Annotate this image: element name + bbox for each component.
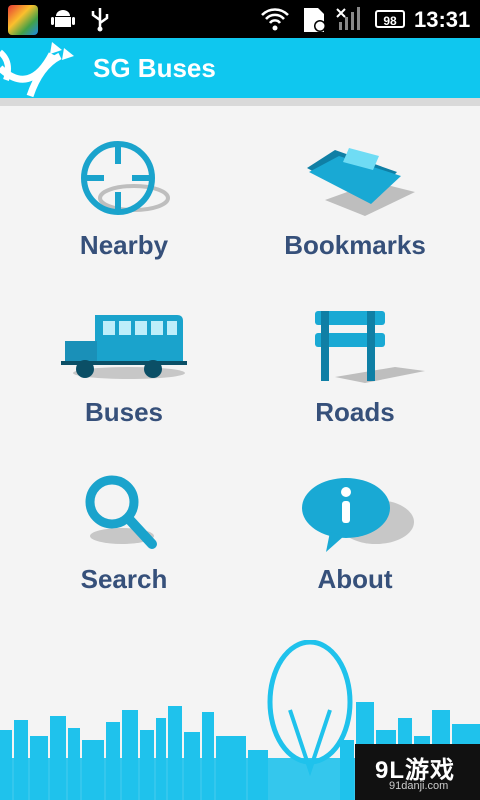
no-signal-icon: [336, 7, 360, 30]
menu-item-buses[interactable]: Buses: [24, 307, 224, 457]
battery-icon: 98: [375, 10, 405, 28]
menu-label-search: Search: [80, 564, 168, 594]
clock: 13:31: [414, 7, 471, 32]
action-bar-divider: [0, 98, 480, 106]
menu-item-search[interactable]: Search: [24, 474, 224, 624]
menu-label-nearby: Nearby: [79, 230, 169, 260]
android-icon: [51, 10, 75, 27]
menu-label-roads: Roads: [315, 397, 395, 427]
menu-item-nearby[interactable]: Nearby: [24, 140, 224, 290]
crosshair-icon: [81, 141, 170, 215]
bus-icon: [61, 315, 187, 379]
menu-label-buses: Buses: [84, 397, 164, 427]
usb-icon: [91, 8, 109, 32]
watermark-url: 91danji.com: [389, 780, 449, 792]
menu-label-about: About: [317, 564, 393, 594]
app-logo-icon: [0, 42, 74, 98]
app-icon: [8, 5, 38, 35]
action-bar: SG Buses: [0, 38, 480, 98]
road-sign-icon: [315, 311, 425, 383]
menu-label-bookmarks: Bookmarks: [284, 230, 426, 260]
sd-card-icon: [304, 8, 326, 32]
status-bar: 98 13:31: [0, 0, 480, 38]
folder-icon: [307, 148, 415, 216]
app-title: SG Buses: [93, 53, 216, 83]
wifi-icon: [261, 8, 289, 31]
menu-item-about[interactable]: About: [255, 474, 455, 624]
info-bubble-icon: [302, 478, 414, 552]
menu-item-roads[interactable]: Roads: [255, 307, 455, 457]
magnifier-icon: [85, 475, 157, 549]
watermark: 9L游戏 91danji.com: [355, 744, 480, 800]
menu-item-bookmarks[interactable]: Bookmarks: [255, 140, 455, 290]
